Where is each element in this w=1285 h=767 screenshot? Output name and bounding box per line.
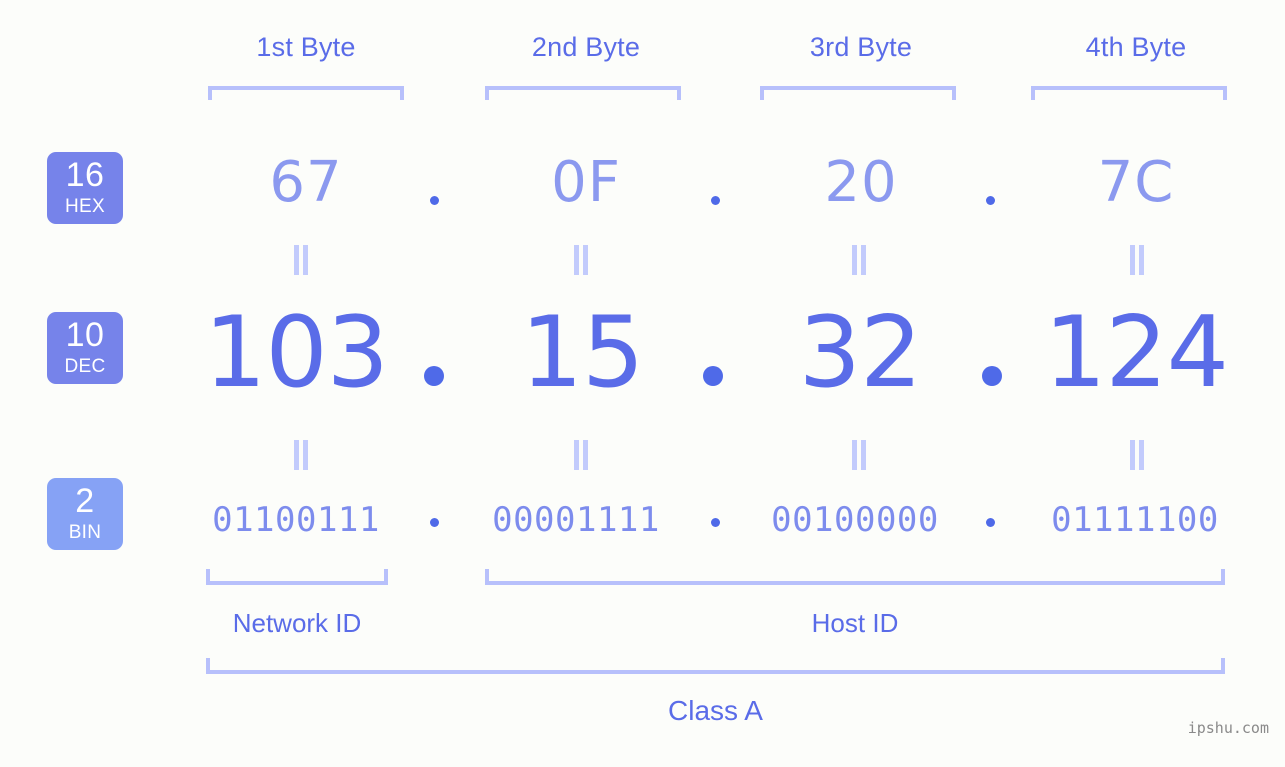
base-badge-dec-name: DEC (64, 356, 106, 377)
base-badge-bin: 2 BIN (47, 478, 123, 550)
hex-byte-4: 7C (1097, 150, 1175, 215)
class-label: Class A (668, 695, 763, 726)
site-watermark: ipshu.com (1187, 719, 1269, 737)
hex-separator-3 (986, 196, 995, 205)
base-badge-hex-name: HEX (65, 196, 105, 217)
host-id-label: Host ID (811, 608, 899, 638)
byte-header-1: 1st Byte (256, 32, 356, 62)
host-id-bracket (485, 569, 1225, 585)
bin-byte-3: 00100000 (771, 500, 939, 540)
byte-header-3: 3rd Byte (809, 32, 913, 62)
class-bracket (206, 658, 1225, 674)
ip-breakdown-diagram: 1st Byte 2nd Byte 3rd Byte 4th Byte 16 H… (0, 0, 1285, 767)
bin-byte-1: 01100111 (212, 500, 380, 540)
byte-bracket-2 (485, 86, 681, 100)
hex-separator-1 (430, 196, 439, 205)
bin-separator-2 (711, 518, 720, 527)
byte-bracket-3 (760, 86, 956, 100)
dec-byte-4: 124 (1043, 296, 1229, 410)
dec-byte-1: 103 (203, 296, 389, 410)
equals-icon-dec-bin-2 (572, 440, 590, 470)
hex-byte-3: 20 (824, 150, 898, 215)
equals-icon-dec-bin-1 (292, 440, 310, 470)
equals-icon-dec-bin-3 (850, 440, 868, 470)
dec-separator-2 (703, 366, 723, 386)
hex-byte-2: 0F (551, 150, 621, 215)
base-badge-dec-number: 10 (65, 316, 105, 354)
base-badge-dec: 10 DEC (47, 312, 123, 384)
base-badge-hex: 16 HEX (47, 152, 123, 224)
hex-byte-1: 67 (269, 150, 343, 215)
equals-icon-hex-dec-3 (850, 245, 868, 275)
base-badge-bin-name: BIN (68, 522, 102, 543)
byte-bracket-4 (1031, 86, 1227, 100)
equals-icon-dec-bin-4 (1128, 440, 1146, 470)
base-badge-bin-number: 2 (75, 482, 95, 520)
byte-bracket-1 (208, 86, 404, 100)
bin-separator-1 (430, 518, 439, 527)
equals-icon-hex-dec-1 (292, 245, 310, 275)
dec-byte-2: 15 (520, 296, 645, 410)
dec-separator-1 (424, 366, 444, 386)
byte-header-4: 4th Byte (1085, 32, 1187, 62)
equals-icon-hex-dec-2 (572, 245, 590, 275)
equals-icon-hex-dec-4 (1128, 245, 1146, 275)
byte-header-2: 2nd Byte (531, 32, 641, 62)
bin-separator-3 (986, 518, 995, 527)
bin-byte-2: 00001111 (492, 500, 660, 540)
hex-separator-2 (711, 196, 720, 205)
network-id-bracket (206, 569, 388, 585)
dec-byte-3: 32 (798, 296, 923, 410)
network-id-label: Network ID (232, 608, 362, 638)
base-badge-hex-number: 16 (65, 156, 105, 194)
bin-byte-4: 01111100 (1051, 500, 1219, 540)
dec-separator-3 (982, 366, 1002, 386)
